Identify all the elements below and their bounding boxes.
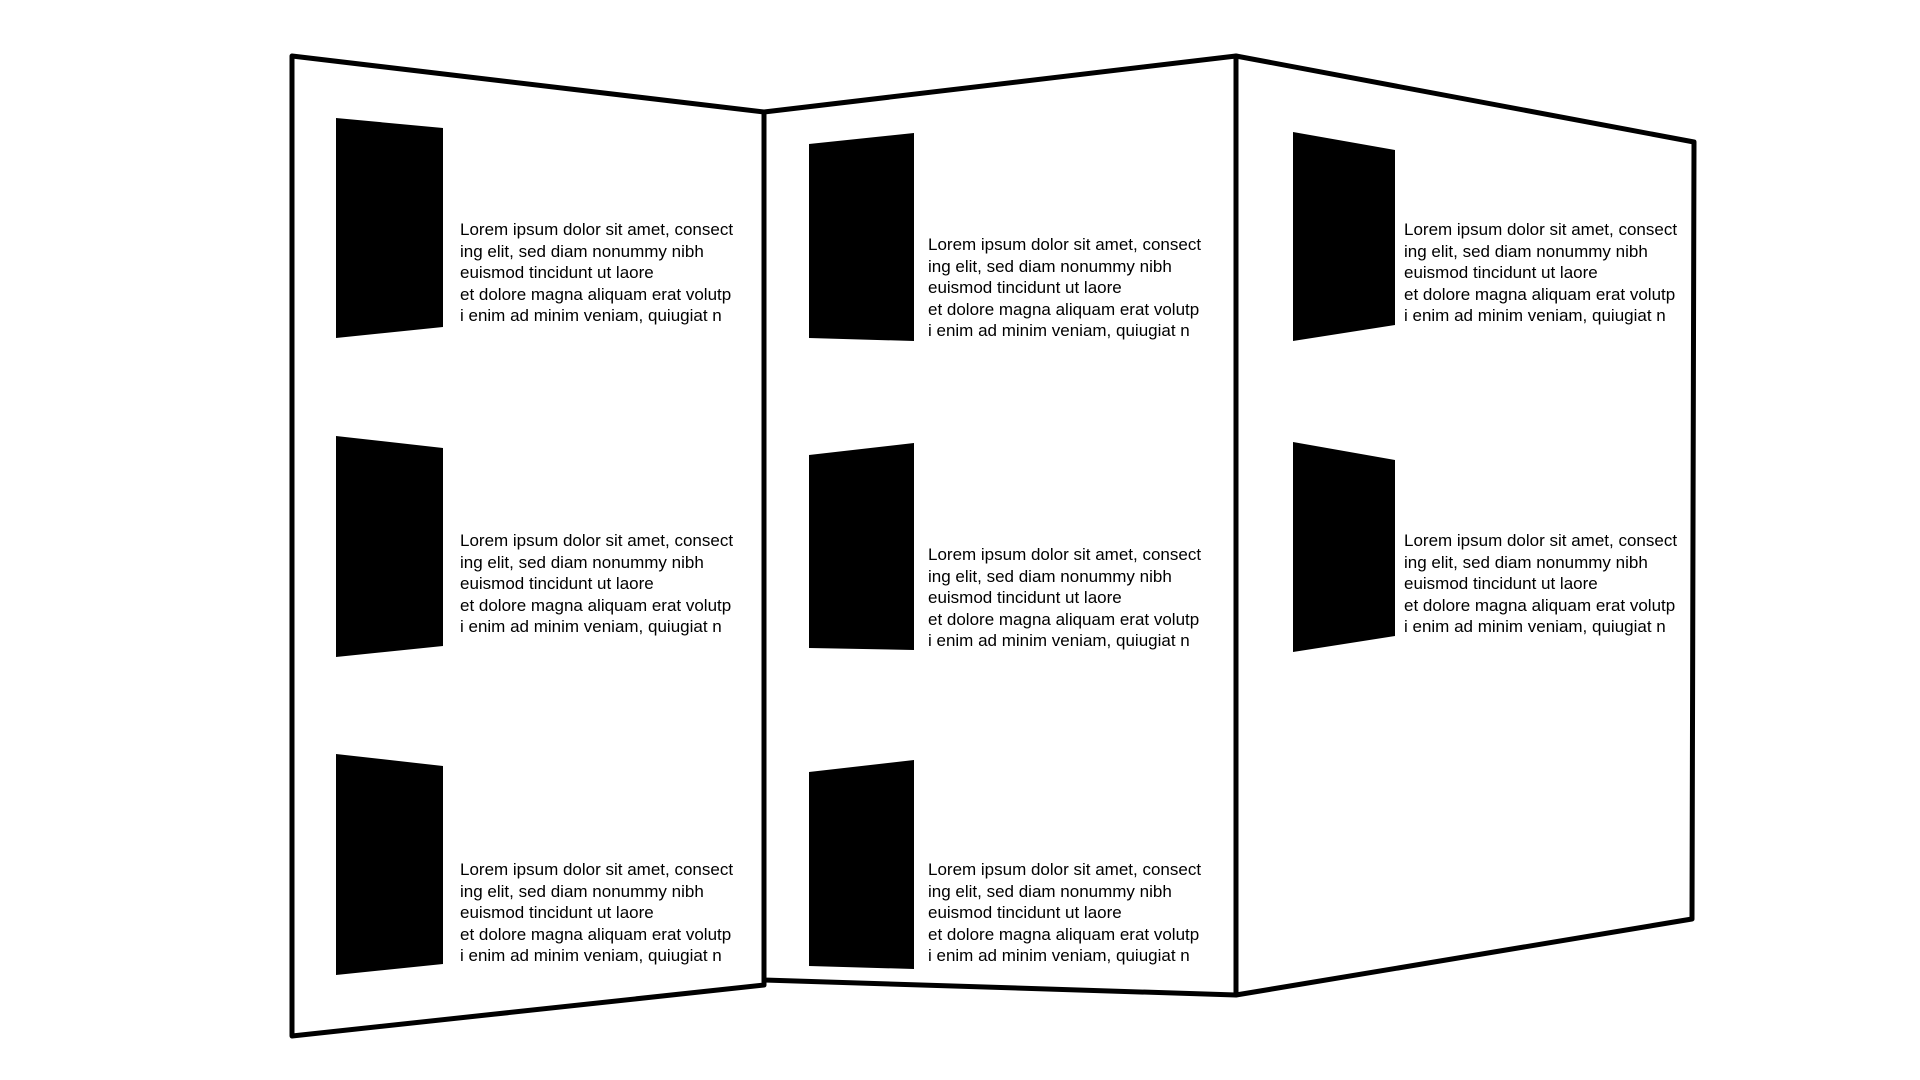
left-panel-image-3 [336, 754, 443, 975]
middle-panel-text-1: Lorem ipsum dolor sit amet, consect ing … [928, 234, 1218, 342]
left-panel-text-1: Lorem ipsum dolor sit amet, consect ing … [460, 219, 750, 327]
text-line: i enim ad minim veniam, quiugiat n [460, 306, 722, 326]
text-line: euismod tincidunt ut laore [1404, 263, 1598, 283]
text-line: Lorem ipsum dolor sit amet, consect [460, 220, 734, 239]
text-line: i enim ad minim veniam, quiugiat n [928, 946, 1190, 966]
text-line: Lorem ipsum dolor sit amet, consect [928, 235, 1202, 254]
text-line: Lorem ipsum dolor sit amet, consect [928, 860, 1202, 879]
right-panel-text-1: Lorem ipsum dolor sit amet, consect ing … [1404, 219, 1694, 327]
text-line: Lorem ipsum dolor sit amet, consect [1404, 531, 1678, 550]
text-line: ing elit, sed diam nonummy nibh [928, 256, 1172, 276]
text-line: i enim ad minim veniam, quiugiat n [1404, 306, 1666, 326]
middle-panel-image-1 [809, 133, 914, 341]
text-line: ing elit, sed diam nonummy nibh [460, 241, 704, 261]
text-line: et dolore magna aliquam erat volutp [1404, 284, 1676, 304]
text-line: ing elit, sed diam nonummy nibh [928, 566, 1172, 586]
text-line: euismod tincidunt ut laore [928, 278, 1122, 298]
text-line: ing elit, sed diam nonummy nibh [460, 881, 704, 901]
text-line: et dolore magna aliquam erat volutp [928, 609, 1200, 629]
text-line: i enim ad minim veniam, quiugiat n [928, 631, 1190, 651]
text-line: euismod tincidunt ut laore [928, 903, 1122, 923]
left-panel-image-2 [336, 436, 443, 657]
text-line: i enim ad minim veniam, quiugiat n [928, 321, 1190, 341]
text-line: et dolore magna aliquam erat volutp [928, 924, 1200, 944]
text-line: et dolore magna aliquam erat volutp [928, 299, 1200, 319]
text-line: Lorem ipsum dolor sit amet, consect [460, 531, 734, 550]
text-line: euismod tincidunt ut laore [928, 588, 1122, 608]
text-line: et dolore magna aliquam erat volutp [460, 284, 732, 304]
left-panel-text-3: Lorem ipsum dolor sit amet, consect ing … [460, 859, 750, 967]
right-panel-text-2: Lorem ipsum dolor sit amet, consect ing … [1404, 530, 1694, 638]
text-line: i enim ad minim veniam, quiugiat n [1404, 617, 1666, 637]
text-line: ing elit, sed diam nonummy nibh [928, 881, 1172, 901]
text-line: Lorem ipsum dolor sit amet, consect [1404, 220, 1678, 239]
text-line: euismod tincidunt ut laore [460, 903, 654, 923]
left-panel-text-2: Lorem ipsum dolor sit amet, consect ing … [460, 530, 750, 638]
right-panel-image-1 [1293, 132, 1395, 341]
text-line: euismod tincidunt ut laore [460, 574, 654, 594]
text-line: ing elit, sed diam nonummy nibh [1404, 552, 1648, 572]
middle-panel-image-3 [809, 760, 914, 969]
right-panel-image-2 [1293, 442, 1395, 652]
text-line: ing elit, sed diam nonummy nibh [1404, 241, 1648, 261]
middle-panel-text-2: Lorem ipsum dolor sit amet, consect ing … [928, 544, 1218, 652]
middle-panel-text-3: Lorem ipsum dolor sit amet, consect ing … [928, 859, 1218, 967]
left-panel-image-1 [336, 118, 443, 338]
text-line: Lorem ipsum dolor sit amet, consect [460, 860, 734, 879]
middle-panel-image-2 [809, 443, 914, 650]
text-line: euismod tincidunt ut laore [460, 263, 654, 283]
text-line: ing elit, sed diam nonummy nibh [460, 552, 704, 572]
text-line: euismod tincidunt ut laore [1404, 574, 1598, 594]
text-line: Lorem ipsum dolor sit amet, consect [928, 545, 1202, 564]
text-line: et dolore magna aliquam erat volutp [1404, 595, 1676, 615]
text-line: i enim ad minim veniam, quiugiat n [460, 617, 722, 637]
text-line: et dolore magna aliquam erat volutp [460, 595, 732, 615]
text-line: i enim ad minim veniam, quiugiat n [460, 946, 722, 966]
text-line: et dolore magna aliquam erat volutp [460, 924, 732, 944]
